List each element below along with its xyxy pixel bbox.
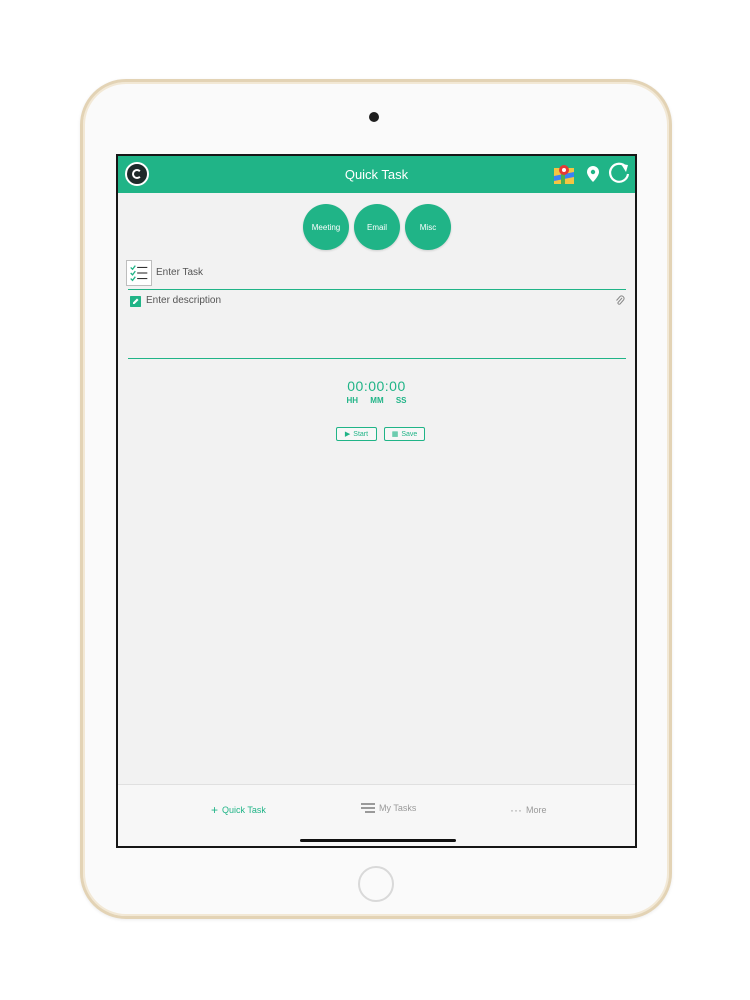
description-input[interactable] (146, 295, 606, 355)
task-input[interactable] (156, 262, 616, 282)
tab-bar: + Quick Task My Tasks ··· More (118, 784, 635, 846)
category-buttons: Meeting Email Misc (303, 204, 453, 250)
tab-quick-task[interactable]: + Quick Task (211, 803, 266, 817)
divider (128, 289, 626, 290)
timer-labels: HH MM SS (118, 396, 635, 405)
nav-bar: Quick Task (118, 156, 635, 193)
ellipsis-icon: ··· (510, 803, 522, 817)
tab-more[interactable]: ··· More (510, 803, 547, 817)
edit-icon (130, 296, 141, 307)
save-label: Save (401, 430, 418, 438)
home-indicator (300, 839, 456, 842)
home-button[interactable] (358, 866, 394, 902)
tab-more-label: More (526, 805, 547, 815)
save-button[interactable]: ▦ Save (384, 427, 425, 441)
timer-label-minutes: MM (370, 396, 384, 405)
timer-display: 00:00:00 (347, 378, 406, 394)
camera-icon (369, 112, 379, 122)
tab-my-tasks[interactable]: My Tasks (361, 803, 416, 813)
start-button[interactable]: ▶ Start (336, 427, 377, 441)
play-icon: ▶ (344, 431, 351, 438)
category-meeting-button[interactable]: Meeting (303, 204, 349, 250)
list-icon (361, 803, 375, 813)
category-email-button[interactable]: Email (354, 204, 400, 250)
checklist-icon (126, 260, 152, 286)
timer-label-seconds: SS (395, 396, 407, 405)
plus-icon: + (211, 803, 219, 817)
tab-quick-task-label: Quick Task (222, 805, 266, 815)
category-misc-button[interactable]: Misc (405, 204, 451, 250)
map-icon[interactable] (553, 163, 575, 187)
timer-label-hours: HH (346, 396, 359, 405)
location-pin-icon[interactable] (587, 166, 599, 182)
divider (128, 358, 626, 359)
tab-my-tasks-label: My Tasks (379, 803, 417, 813)
save-icon: ▦ (391, 431, 399, 438)
refresh-icon[interactable] (607, 162, 631, 186)
start-label: Start (353, 430, 369, 438)
app-screen: Quick Task Meeting Email Misc Enter Task… (116, 154, 637, 848)
attachment-icon[interactable] (615, 295, 625, 307)
